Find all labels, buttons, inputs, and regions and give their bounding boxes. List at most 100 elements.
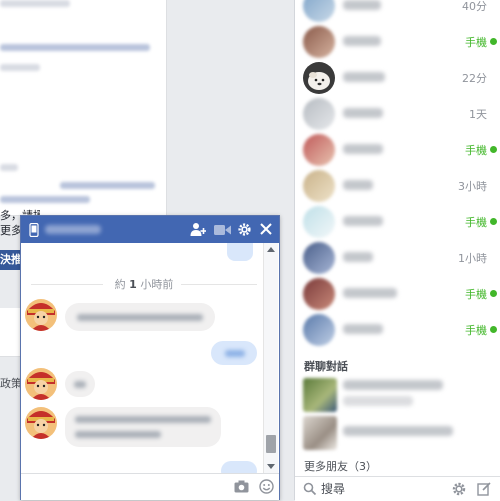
outgoing-message-bubble: [211, 341, 257, 365]
mobile-status-label: 手機: [465, 144, 487, 157]
blurred-message-text: [77, 314, 203, 321]
blurred-group-name: [343, 426, 453, 436]
last-active-label: 1天: [469, 108, 487, 121]
compose-icon[interactable]: [476, 481, 492, 497]
more-friends-link[interactable]: 更多朋友（3）: [304, 458, 377, 474]
mobile-status-label: 手機: [465, 36, 487, 49]
emoji-icon[interactable]: [259, 479, 274, 494]
online-status-dot: [490, 326, 497, 333]
message-timestamp: 約 1 小時前: [114, 278, 174, 291]
avatar: [303, 134, 335, 166]
blurred-link[interactable]: [0, 44, 150, 51]
news-feed-card: [0, 0, 167, 216]
blurred-text: [0, 64, 40, 71]
online-status-dot: [490, 218, 497, 225]
contact-item[interactable]: 手機: [295, 24, 500, 60]
chat-header[interactable]: [21, 216, 279, 243]
blurred-contact-name: [343, 36, 381, 46]
scroll-down-arrow-icon[interactable]: [267, 464, 275, 469]
video-camera-icon[interactable]: [214, 224, 231, 236]
avatar: [303, 62, 335, 94]
online-status-dot: [490, 146, 497, 153]
blurred-group-snippet: [343, 396, 413, 406]
blurred-message-text: [75, 416, 211, 423]
blurred-message-text: [75, 431, 161, 438]
last-active-label: 40分: [462, 0, 487, 13]
blurred-contact-name: [343, 144, 383, 154]
group-avatar: [303, 378, 337, 412]
gear-icon[interactable]: [237, 222, 252, 237]
avatar[interactable]: [25, 407, 57, 439]
group-conversation-item[interactable]: [295, 414, 500, 452]
avatar: [303, 26, 335, 58]
blurred-contact-name: [343, 288, 397, 298]
outgoing-message-bubble: [227, 243, 253, 261]
outgoing-message-bubble: [221, 461, 257, 473]
gear-icon[interactable]: [451, 481, 467, 497]
camera-icon[interactable]: [234, 480, 249, 493]
contact-item[interactable]: 3小時: [295, 168, 500, 204]
group-avatar: [303, 416, 337, 450]
blurred-contact-name: [343, 324, 383, 334]
contact-item[interactable]: 手機: [295, 312, 500, 348]
blurred-contact-name: [343, 252, 373, 262]
blurred-message-text: [74, 381, 86, 388]
scroll-up-arrow-icon[interactable]: [267, 247, 275, 252]
contact-item[interactable]: 手機: [295, 132, 500, 168]
last-active-label: 22分: [462, 72, 487, 85]
blurred-contact-name: [343, 0, 381, 10]
blurred-group-name: [343, 380, 443, 390]
contact-item[interactable]: 1天: [295, 96, 500, 132]
avatar[interactable]: [25, 299, 57, 331]
blurred-text: [0, 164, 18, 171]
chat-sidebar: 40分 手機 22分 1天 手機 3小時 手機 1小時 手機 手機 群聊對話 更多朋友（3）: [294, 0, 500, 501]
blurred-link[interactable]: [0, 196, 90, 203]
contact-item[interactable]: 手機: [295, 204, 500, 240]
online-status-dot: [490, 38, 497, 45]
mobile-status-label: 手機: [465, 216, 487, 229]
chat-scrollbar[interactable]: [263, 243, 278, 473]
avatar: [303, 242, 335, 274]
sidebar-search-input[interactable]: [321, 481, 441, 497]
mobile-status-label: 手機: [465, 324, 487, 337]
avatar[interactable]: [25, 368, 57, 400]
avatar: [303, 314, 335, 346]
contact-item[interactable]: 22分: [295, 60, 500, 96]
online-status-dot: [490, 290, 497, 297]
add-people-icon[interactable]: [190, 222, 206, 237]
avatar: [303, 98, 335, 130]
contact-item[interactable]: 手機: [295, 276, 500, 312]
blurred-text: [0, 0, 70, 7]
feed-side-text: 政策: [0, 377, 22, 390]
message-composer: [21, 473, 279, 500]
group-conversations-title: 群聊對話: [304, 360, 348, 373]
mobile-status-label: 手機: [465, 288, 487, 301]
scrollbar-thumb[interactable]: [266, 435, 276, 453]
search-icon: [303, 482, 317, 496]
avatar: [303, 206, 335, 238]
sidebar-search-bar: [295, 476, 500, 501]
message-input[interactable]: [27, 478, 231, 498]
chat-messages: 約 1 小時前: [21, 243, 267, 473]
blurred-contact-name: [343, 72, 385, 82]
last-active-label: 1小時: [458, 252, 487, 265]
contact-item[interactable]: 40分: [295, 0, 500, 24]
incoming-message-bubble: [65, 303, 215, 331]
chat-window: 約 1 小時前: [20, 215, 280, 500]
feed-card: [0, 308, 22, 357]
close-icon[interactable]: [260, 223, 272, 235]
group-conversation-item[interactable]: [295, 376, 500, 414]
blurred-link[interactable]: [60, 182, 155, 189]
recommend-button[interactable]: 決推薦: [0, 250, 22, 270]
contact-item[interactable]: 1小時: [295, 240, 500, 276]
blurred-contact-name: [343, 216, 383, 226]
incoming-message-bubble: [65, 371, 95, 397]
blurred-contact-name: [343, 180, 373, 190]
incoming-message-bubble: [65, 407, 221, 447]
blurred-contact-name: [343, 108, 383, 118]
phone-icon: [29, 223, 39, 237]
blurred-message-text: [225, 350, 245, 357]
last-active-label: 3小時: [458, 180, 487, 193]
avatar: [303, 278, 335, 310]
blurred-contact-name[interactable]: [45, 225, 101, 234]
